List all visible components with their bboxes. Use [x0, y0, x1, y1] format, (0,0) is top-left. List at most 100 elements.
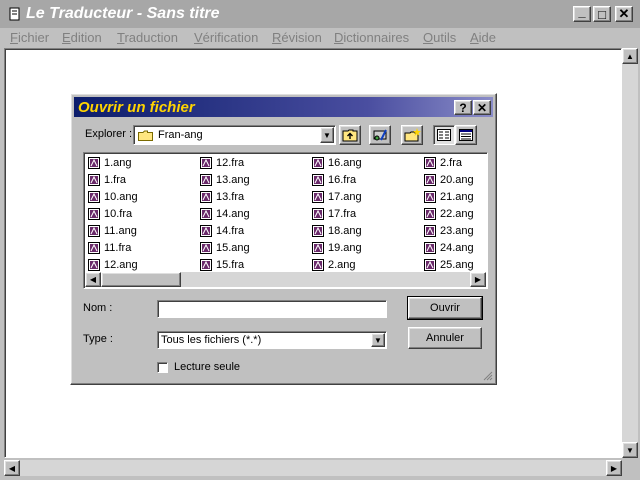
file-icon — [424, 207, 436, 220]
list-view-icon — [437, 129, 451, 141]
app-title: Le Traducteur - Sans titre — [26, 5, 220, 22]
list-scroll-thumb[interactable] — [101, 272, 181, 287]
scroll-left-button[interactable]: ◀ — [4, 460, 20, 476]
file-item[interactable]: 10.ang — [88, 189, 138, 204]
file-icon — [200, 156, 212, 169]
menu-edition[interactable]: Edition — [62, 30, 102, 45]
network-drive-button[interactable] — [369, 125, 391, 145]
file-type-dropdown[interactable]: Tous les fichiers (*.*) ▼ — [157, 331, 387, 349]
file-icon — [88, 207, 100, 220]
file-icon — [200, 258, 212, 271]
file-icon — [312, 207, 324, 220]
network-drive-icon — [373, 129, 387, 140]
menu-revision[interactable]: Révision — [272, 30, 322, 45]
file-icon — [424, 258, 436, 271]
menu-aide[interactable]: Aide — [470, 30, 496, 45]
file-item[interactable]: 17.ang — [312, 189, 362, 204]
scroll-up-button[interactable]: ▲ — [622, 48, 638, 64]
file-list-scrollbar[interactable]: ◀ ▶ — [85, 272, 486, 287]
vertical-scrollbar[interactable]: ▲ ▼ — [622, 48, 638, 458]
details-view-button[interactable] — [455, 125, 477, 145]
list-scroll-left-button[interactable]: ◀ — [85, 272, 101, 287]
up-one-level-icon — [342, 129, 358, 142]
file-list[interactable]: 1.ang 1.fra 10.ang 10.fra 11.ang 11.fra … — [83, 152, 488, 289]
open-file-dialog: Ouvrir un fichier ? ✕ Explorer : Fran-an… — [70, 93, 497, 385]
file-item[interactable]: 15.fra — [200, 257, 244, 272]
help-button[interactable]: ? — [454, 100, 472, 115]
file-item[interactable]: 19.ang — [312, 240, 362, 255]
list-view-button[interactable] — [433, 125, 455, 145]
file-item[interactable]: 25.ang — [424, 257, 474, 272]
file-item[interactable]: 13.fra — [200, 189, 244, 204]
file-item[interactable]: 14.ang — [200, 206, 250, 221]
new-folder-button[interactable] — [401, 125, 423, 145]
file-item[interactable]: 1.fra — [88, 172, 126, 187]
file-icon — [424, 241, 436, 254]
cancel-button-label: Annuler — [426, 332, 464, 344]
file-icon — [88, 156, 100, 169]
list-scroll-right-button[interactable]: ▶ — [470, 272, 486, 287]
dialog-title: Ouvrir un fichier — [78, 99, 195, 116]
file-icon — [424, 156, 436, 169]
file-item[interactable]: 21.ang — [424, 189, 474, 204]
file-item[interactable]: 10.fra — [88, 206, 132, 221]
open-button[interactable]: Ouvrir — [407, 296, 483, 320]
file-icon — [312, 156, 324, 169]
file-item[interactable]: 12.ang — [88, 257, 138, 272]
dialog-close-button[interactable]: ✕ — [473, 100, 491, 115]
readonly-checkbox[interactable] — [157, 362, 168, 373]
arrow-left-icon: ◀ — [8, 463, 16, 473]
file-icon — [88, 224, 100, 237]
menu-outils[interactable]: Outils — [423, 30, 456, 45]
readonly-label[interactable]: Lecture seule — [174, 361, 240, 373]
file-item[interactable]: 12.fra — [200, 155, 244, 170]
folder-dropdown-button[interactable]: ▼ — [320, 127, 334, 143]
arrow-right-icon: ▶ — [474, 275, 482, 284]
scroll-right-button[interactable]: ▶ — [606, 460, 622, 476]
close-icon: ✕ — [618, 6, 630, 21]
file-item[interactable]: 2.fra — [424, 155, 462, 170]
file-item[interactable]: 17.fra — [312, 206, 356, 221]
file-icon — [424, 173, 436, 186]
dialog-titlebar[interactable]: Ouvrir un fichier ? ✕ — [74, 97, 493, 117]
file-icon — [200, 224, 212, 237]
file-item[interactable]: 16.ang — [312, 155, 362, 170]
file-item[interactable]: 14.fra — [200, 223, 244, 238]
menu-verification[interactable]: Vérification — [194, 30, 258, 45]
file-item[interactable]: 11.fra — [88, 240, 131, 255]
minimize-button[interactable]: _ — [573, 4, 591, 22]
file-item[interactable]: 13.ang — [200, 172, 250, 187]
cancel-button[interactable]: Annuler — [408, 327, 482, 349]
file-type-dropdown-button[interactable]: ▼ — [371, 333, 385, 347]
file-icon — [312, 173, 324, 186]
resize-grip-icon[interactable] — [483, 371, 493, 381]
size-grip[interactable] — [622, 460, 638, 476]
menu-fichier[interactable]: Fichier — [10, 30, 49, 45]
file-item[interactable]: 15.ang — [200, 240, 250, 255]
maximize-button[interactable]: □ — [593, 6, 611, 22]
explorer-label: Explorer : — [85, 128, 133, 140]
file-icon — [312, 224, 324, 237]
file-icon — [312, 241, 324, 254]
file-item[interactable]: 1.ang — [88, 155, 132, 170]
file-item[interactable]: 22.ang — [424, 206, 474, 221]
menu-dictionnaires[interactable]: Dictionnaires — [334, 30, 409, 45]
file-item[interactable]: 18.ang — [312, 223, 362, 238]
file-item[interactable]: 16.fra — [312, 172, 356, 187]
up-one-level-button[interactable] — [339, 125, 361, 145]
file-item[interactable]: 24.ang — [424, 240, 474, 255]
file-item[interactable]: 2.ang — [312, 257, 356, 272]
close-icon: ✕ — [476, 100, 488, 115]
document-icon — [9, 7, 20, 21]
close-button[interactable]: ✕ — [615, 6, 633, 22]
app-titlebar[interactable]: Le Traducteur - Sans titre _ □ ✕ — [0, 0, 640, 28]
file-item[interactable]: 11.ang — [88, 223, 137, 238]
horizontal-scrollbar[interactable]: ◀ ▶ — [4, 460, 622, 476]
file-item[interactable]: 20.ang — [424, 172, 474, 187]
filename-input[interactable] — [157, 300, 387, 318]
folder-dropdown[interactable]: Fran-ang ▼ — [133, 125, 336, 145]
file-item[interactable]: 23.ang — [424, 223, 474, 238]
scroll-down-button[interactable]: ▼ — [622, 442, 638, 458]
menu-traduction[interactable]: Traduction — [117, 30, 178, 45]
file-icon — [200, 173, 212, 186]
